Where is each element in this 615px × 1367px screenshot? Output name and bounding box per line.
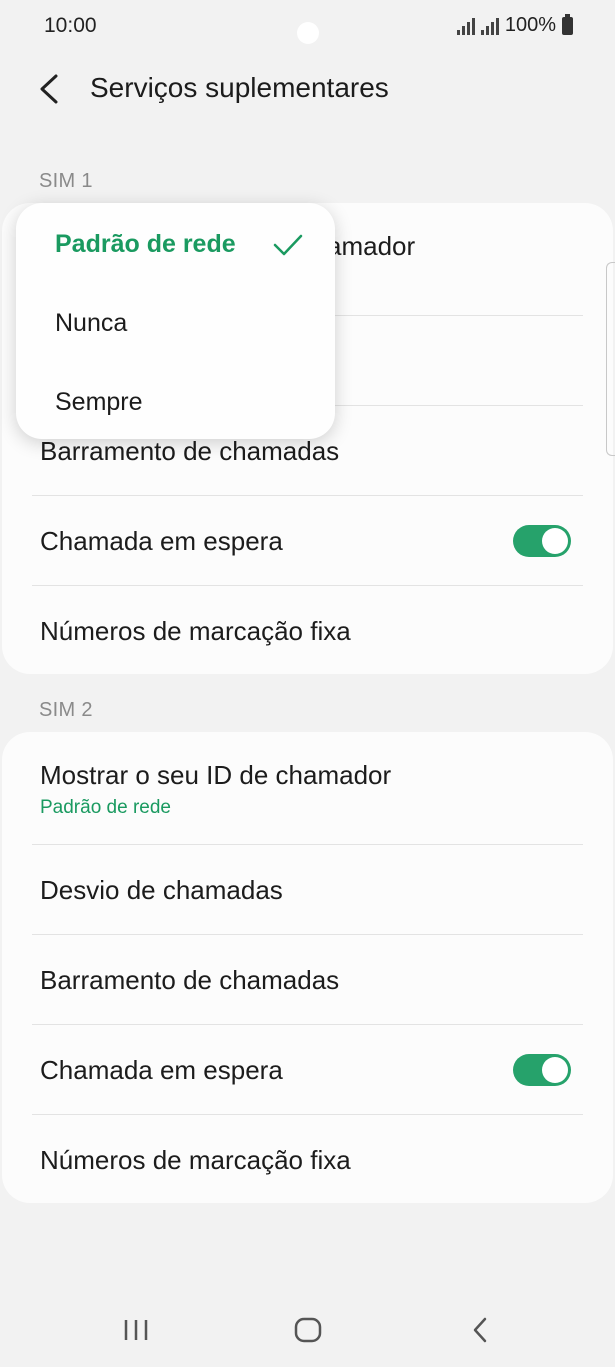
sim1-fixed-dialing-row[interactable]: Números de marcação fixa [40, 586, 581, 674]
battery-icon [562, 13, 573, 35]
sim2-caller-id-value: Padrão de rede [40, 797, 171, 818]
sim1-call-waiting-label: Chamada em espera [40, 526, 283, 556]
back-icon[interactable] [460, 1310, 500, 1350]
sim2-call-waiting-toggle[interactable] [513, 1054, 571, 1086]
section-label-sim2: SIM 2 [39, 699, 93, 721]
sim2-call-waiting-label: Chamada em espera [40, 1055, 283, 1085]
sim1-call-waiting-row[interactable]: Chamada em espera [40, 496, 581, 584]
sim2-caller-id-label: Mostrar o seu ID de chamador [40, 760, 392, 790]
sim1-call-waiting-toggle[interactable] [513, 525, 571, 557]
sim1-fixed-dialing-label: Números de marcação fixa [40, 616, 351, 646]
sim2-card: Mostrar o seu ID de chamador Padrão de r… [2, 732, 613, 1203]
sim2-caller-id-row[interactable]: Mostrar o seu ID de chamador Padrão de r… [40, 732, 581, 844]
section-label-sim1: SIM 1 [39, 170, 93, 192]
sim1-call-barring-label: Barramento de chamadas [40, 436, 340, 466]
battery-percent: 100% [504, 14, 556, 36]
sim2-call-barring-row[interactable]: Barramento de chamadas [40, 935, 581, 1023]
chevron-left-icon[interactable] [30, 66, 70, 112]
checkmark-icon [272, 233, 304, 257]
caller-id-options-popup: Padrão de rede Nunca Sempre [16, 203, 335, 439]
popup-option-network-default[interactable]: Padrão de rede [55, 230, 236, 259]
scrollbar[interactable] [606, 262, 615, 456]
toggle-knob [542, 1057, 568, 1083]
home-icon[interactable] [288, 1310, 328, 1350]
recent-apps-icon[interactable] [116, 1310, 156, 1350]
sim2-fixed-dialing-label: Números de marcação fixa [40, 1145, 351, 1175]
status-time: 10:00 [44, 14, 97, 37]
camera-cutout [297, 22, 319, 44]
sim1-caller-id-label: amador [327, 231, 416, 261]
sim2-call-waiting-row[interactable]: Chamada em espera [40, 1025, 581, 1113]
app-bar: Serviços suplementares [0, 60, 615, 120]
toggle-knob [542, 528, 568, 554]
signal-icon [480, 17, 499, 35]
sim2-call-forwarding-label: Desvio de chamadas [40, 875, 283, 905]
status-icons: 100% [456, 13, 573, 37]
sim2-call-forwarding-row[interactable]: Desvio de chamadas [40, 845, 581, 933]
popup-option-always[interactable]: Sempre [55, 388, 143, 417]
sim2-call-barring-label: Barramento de chamadas [40, 965, 340, 995]
navigation-bar [0, 1290, 615, 1367]
status-bar: 10:00 100% [0, 0, 615, 56]
page-title: Serviços suplementares [90, 72, 389, 103]
popup-option-never[interactable]: Nunca [55, 309, 127, 338]
sim2-fixed-dialing-row[interactable]: Números de marcação fixa [40, 1115, 581, 1203]
signal-icon [456, 17, 475, 35]
